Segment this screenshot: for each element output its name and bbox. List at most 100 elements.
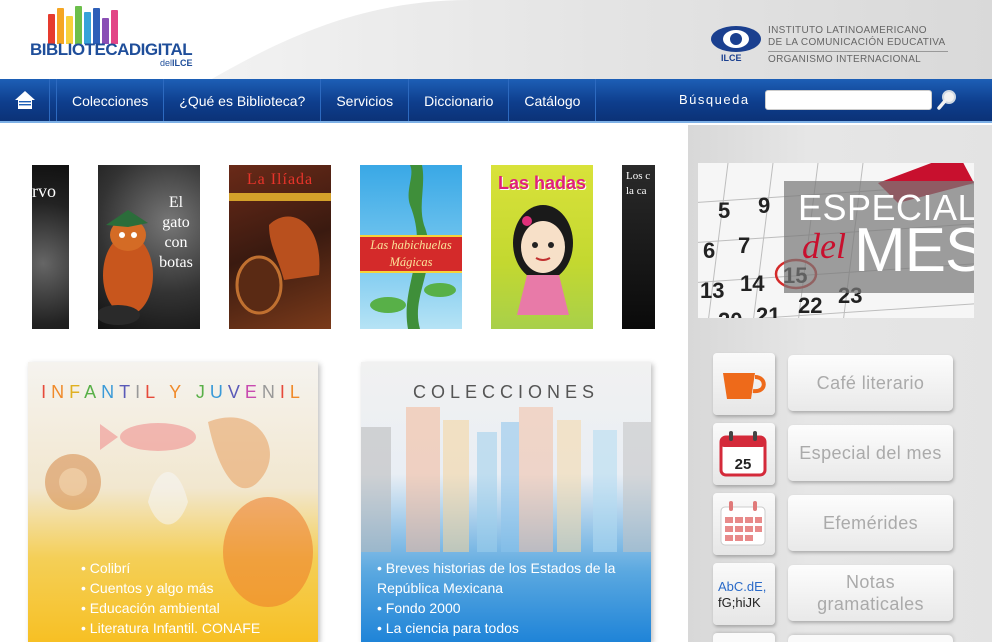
cal-num-6: 6 — [703, 238, 715, 263]
logo-subtitle-ilce: ILCE — [172, 58, 193, 68]
section-colecciones-list: Breves historias de los Estados de la Re… — [377, 558, 647, 638]
book-cover-0[interactable]: rvo — [32, 165, 69, 329]
book-cover-1-line-0: El — [168, 194, 184, 211]
ilce-abbr: ILCE — [721, 53, 742, 63]
side-link-notas-gramaticales-icon-box: AbC.dE, fG;hiJK — [713, 563, 775, 625]
nav-item-que-es-biblioteca[interactable]: ¿Qué es Biblioteca? — [164, 79, 322, 121]
cal-num-7: 7 — [738, 233, 750, 258]
cal-num-5: 5 — [718, 198, 730, 223]
cal-num-22: 22 — [798, 293, 822, 318]
book-cover-4[interactable]: Las hadas — [491, 165, 593, 329]
nav-item-servicios[interactable]: Servicios — [321, 79, 410, 121]
section-infantil-juvenil[interactable]: INFANTIL Y JUVENIL Colibrí Cuentos y alg… — [28, 362, 318, 642]
nav-home-button[interactable] — [0, 79, 50, 121]
side-link-cafe-literario-icon-box — [713, 353, 775, 415]
page-root: { "header": { "logo": { "title_main": "B… — [0, 0, 992, 642]
nav-item-colecciones[interactable]: Colecciones — [56, 79, 165, 121]
site-logo[interactable]: BIBLIOTECADIGITAL delILCE — [30, 6, 205, 72]
title-letter: I — [41, 382, 52, 402]
coffee-cup-icon — [723, 373, 766, 399]
helmet-illustration — [229, 193, 331, 315]
nav-item-catalogo[interactable]: Catálogo — [509, 79, 597, 121]
side-link-notas-gramaticales-label: Notas gramaticales — [788, 565, 953, 621]
nav-item-diccionario[interactable]: Diccionario — [409, 79, 510, 121]
list-item[interactable]: La ciencia para todos — [377, 618, 647, 638]
title-letter: F — [69, 382, 85, 402]
side-link-efemerides[interactable]: Efemérides — [713, 493, 953, 555]
list-item[interactable]: Breves historias de los Estados de la Re… — [377, 558, 647, 598]
nav-items: Colecciones ¿Qué es Biblioteca? Servicio… — [56, 79, 597, 121]
title-letter: A — [84, 382, 102, 402]
book-cover-2[interactable]: La Ilíada — [229, 165, 331, 329]
main-nav: Colecciones ¿Qué es Biblioteca? Servicio… — [0, 79, 992, 123]
book-cover-3-line-0: Las habichuelas — [370, 238, 452, 252]
book-cover-5[interactable]: Los c la ca — [622, 165, 655, 329]
header: BIBLIOTECADIGITAL delILCE ILCE INSTITUTO… — [0, 0, 992, 80]
title-letter: L — [289, 382, 305, 402]
title-letter — [186, 382, 196, 402]
side-link-notas-gramaticales[interactable]: AbC.dE, fG;hiJK Notas gramaticales — [713, 563, 953, 625]
side-link-partial-label — [788, 635, 953, 642]
book-carousel: rvo El gato con botas La Ilíada Las habi… — [0, 125, 688, 350]
title-letter: E — [244, 382, 262, 402]
cal-num-13: 13 — [700, 278, 724, 303]
book-cover-1-line-2: con — [164, 234, 188, 251]
section-infantil-title: INFANTIL Y JUVENIL — [28, 382, 318, 403]
list-item[interactable]: Fondo 2000 — [377, 598, 647, 618]
title-letter: V — [227, 382, 245, 402]
ilce-logo[interactable]: ILCE — [711, 26, 763, 64]
book-cover-4-title: Las hadas — [497, 173, 587, 193]
cal-num-21: 21 — [756, 303, 780, 318]
letters-icon: AbC.dE, fG;hiJK — [718, 579, 766, 610]
logo-subtitle-prefix: del — [160, 58, 173, 68]
cal-num-20: 20 — [718, 308, 742, 318]
institution-line3: ORGANISMO INTERNACIONAL — [768, 51, 948, 66]
book-cover-5-title: Los c la ca — [626, 169, 650, 199]
book-cover-3-title: Las habichuelas Mágicas — [360, 237, 462, 271]
book-cover-1-line-1: gato — [162, 214, 190, 231]
side-link-especial-del-mes-label: Especial del mes — [788, 425, 953, 481]
book-cover-3[interactable]: Las habichuelas Mágicas — [360, 165, 462, 329]
list-item[interactable]: Colibrí — [81, 558, 311, 578]
book-cover-5-line-1: la ca — [626, 185, 647, 197]
institution-name: INSTITUTO LATINOAMERICANO DE LA COMUNICA… — [768, 25, 948, 66]
title-letter: N — [101, 382, 120, 402]
ilce-pupil — [730, 33, 742, 45]
calendar-grid-icon — [720, 501, 766, 546]
list-item[interactable]: Literatura Infantil. CONAFE — [81, 618, 311, 638]
title-letter: T — [119, 382, 136, 402]
search-input[interactable] — [765, 90, 932, 110]
book-cover-2-title: La Ilíada — [246, 171, 314, 188]
list-item[interactable]: Cuentos y algo más — [81, 578, 311, 598]
title-letter: I — [279, 382, 290, 402]
section-colecciones[interactable]: COLECCIONES Breves historias de los Esta… — [361, 362, 651, 642]
cal-num-9: 9 — [758, 193, 770, 218]
title-letter: J — [195, 382, 210, 402]
calendar-25-icon: 25 — [719, 431, 767, 477]
section-colecciones-title: COLECCIONES — [412, 382, 600, 402]
logo-books-graphic — [48, 6, 118, 44]
logo-subtitle: delILCE — [160, 58, 193, 68]
cal-num-14: 14 — [740, 271, 765, 296]
side-link-partial[interactable] — [713, 633, 775, 642]
side-link-especial-del-mes[interactable]: 25 Especial del mes — [713, 423, 953, 485]
logo-book-spine — [75, 6, 82, 44]
search-button[interactable] — [935, 88, 959, 112]
book-cover-5-line-0: Los c — [626, 170, 651, 182]
list-item[interactable]: Educación ambiental — [81, 598, 311, 618]
letters-icon-line1: AbC.dE, — [718, 579, 766, 594]
book-cover-1[interactable]: El gato con botas — [98, 165, 200, 329]
title-letter — [159, 382, 169, 402]
title-letter: N — [261, 382, 280, 402]
side-link-cafe-literario-label: Café literario — [788, 355, 953, 411]
right-column: 6 7 13 14 15 20 21 22 23 9 5 ESPECIAL de… — [688, 125, 992, 642]
title-letter: I — [135, 382, 146, 402]
title-letter: Y — [169, 382, 186, 402]
side-link-cafe-literario[interactable]: Café literario — [713, 353, 953, 415]
especial-del-mes-banner[interactable]: 6 7 13 14 15 20 21 22 23 9 5 ESPECIAL de… — [698, 163, 974, 318]
banner-title-mes: MES — [854, 216, 974, 285]
side-link-efemerides-icon-box — [713, 493, 775, 555]
book-cover-0-title: rvo — [32, 181, 56, 201]
title-letter: N — [51, 382, 70, 402]
institution-line2: DE LA COMUNICACIÓN EDUCATIVA — [768, 37, 946, 48]
